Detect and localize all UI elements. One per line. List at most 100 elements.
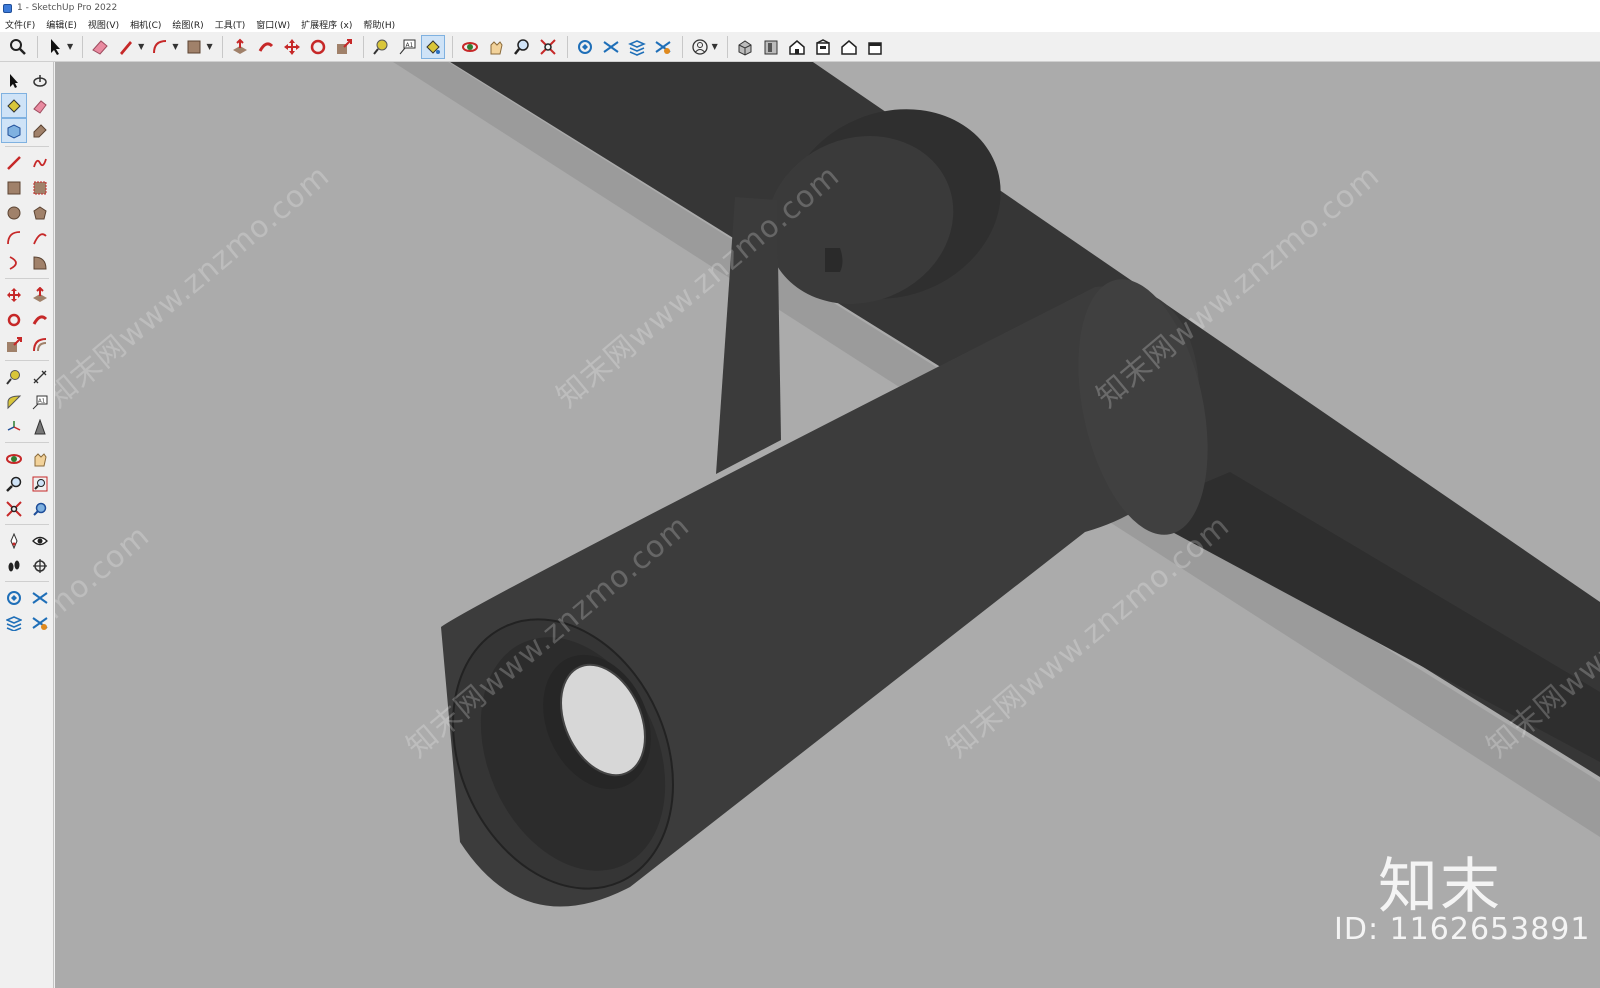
component-icon[interactable]	[1, 118, 27, 143]
toolbar-separator	[221, 35, 223, 58]
chevron-down-icon[interactable]: ▼	[206, 42, 212, 51]
eraser-icon[interactable]	[27, 93, 53, 118]
polygon-icon[interactable]	[27, 200, 53, 225]
warehouse-icon[interactable]	[1, 585, 27, 610]
move-icon[interactable]	[1, 282, 27, 307]
text-icon[interactable]: A1	[395, 35, 419, 59]
orbit-icon[interactable]	[458, 35, 482, 59]
zoom-window-icon[interactable]	[27, 471, 53, 496]
freehand-icon[interactable]	[27, 150, 53, 175]
zoom-window-icon[interactable]	[510, 35, 534, 59]
select-icon[interactable]	[43, 35, 67, 59]
menu-draw[interactable]: 绘图(R)	[172, 18, 203, 31]
rectangle-icon[interactable]	[182, 35, 206, 59]
layout-icon[interactable]	[625, 35, 649, 59]
extension-manager-icon[interactable]	[651, 35, 675, 59]
move-icon[interactable]	[280, 35, 304, 59]
circle-icon[interactable]	[1, 200, 27, 225]
look-around-icon[interactable]	[27, 528, 53, 553]
paint-bucket-icon[interactable]	[1, 93, 27, 118]
model-viewport[interactable]: 知末网www.znzmo.com 知末网www.znzmo.com 知末网www…	[55, 62, 1600, 988]
chevron-down-icon[interactable]: ▼	[67, 42, 73, 51]
two-point-arc-icon[interactable]	[27, 225, 53, 250]
follow-me-icon[interactable]	[254, 35, 278, 59]
eraser-icon[interactable]	[88, 35, 112, 59]
brand-id: ID: 1162653891	[1334, 912, 1591, 947]
warehouse-icon[interactable]	[573, 35, 597, 59]
right-view-icon[interactable]	[811, 35, 835, 59]
mount-clip	[825, 248, 843, 272]
pie-icon[interactable]	[27, 250, 53, 275]
make-component-icon[interactable]	[27, 68, 53, 93]
rotate-icon[interactable]	[306, 35, 330, 59]
top-view-icon[interactable]	[759, 35, 783, 59]
svg-text:A1: A1	[405, 42, 413, 49]
toolbar-separator	[5, 360, 49, 361]
scale-icon[interactable]	[1, 332, 27, 357]
previous-view-icon[interactable]	[27, 496, 53, 521]
tag-icon[interactable]	[27, 118, 53, 143]
iso-view-icon[interactable]	[733, 35, 757, 59]
menu-view[interactable]: 视图(V)	[88, 18, 119, 31]
zoom-extents-icon[interactable]	[1, 496, 27, 521]
text-icon[interactable]: A1	[27, 389, 53, 414]
tape-measure-icon[interactable]	[1, 364, 27, 389]
zoom-icon[interactable]	[6, 35, 30, 59]
select-icon[interactable]	[1, 68, 27, 93]
protractor-icon[interactable]	[1, 389, 27, 414]
arc-icon[interactable]	[148, 35, 172, 59]
3d-text-icon[interactable]	[27, 414, 53, 439]
pan-icon[interactable]	[27, 446, 53, 471]
left-view-icon[interactable]	[863, 35, 887, 59]
zoom-icon[interactable]	[1, 471, 27, 496]
pan-icon[interactable]	[484, 35, 508, 59]
front-view-icon[interactable]	[785, 35, 809, 59]
offset-icon[interactable]	[27, 332, 53, 357]
three-point-arc-icon[interactable]	[1, 250, 27, 275]
orbit-icon[interactable]	[1, 446, 27, 471]
toolbar-separator	[5, 524, 49, 525]
scale-icon[interactable]	[332, 35, 356, 59]
menu-tools[interactable]: 工具(T)	[215, 18, 246, 31]
arc-icon[interactable]	[1, 225, 27, 250]
extension-manager-icon[interactable]	[27, 610, 53, 635]
toolbar-separator	[726, 35, 728, 58]
toolbar-separator	[5, 581, 49, 582]
layout-icon[interactable]	[1, 610, 27, 635]
rotate-icon[interactable]	[1, 307, 27, 332]
dimension-icon[interactable]	[27, 364, 53, 389]
zoom-extents-icon[interactable]	[536, 35, 560, 59]
extension-warehouse-icon[interactable]	[599, 35, 623, 59]
menu-extensions[interactable]: 扩展程序 (x)	[301, 18, 352, 31]
account-icon[interactable]	[688, 35, 712, 59]
toolbar-separator	[451, 35, 453, 58]
walk-icon[interactable]	[1, 553, 27, 578]
extension-warehouse-icon[interactable]	[27, 585, 53, 610]
paint-bucket-icon[interactable]	[420, 34, 445, 59]
menu-file[interactable]: 文件(F)	[5, 18, 35, 31]
tape-measure-icon[interactable]	[369, 35, 393, 59]
chevron-down-icon[interactable]: ▼	[138, 42, 144, 51]
menu-edit[interactable]: 编辑(E)	[46, 18, 77, 31]
menu-camera[interactable]: 相机(C)	[130, 18, 161, 31]
menu-window[interactable]: 窗口(W)	[256, 18, 290, 31]
position-camera-icon[interactable]	[1, 528, 27, 553]
follow-me-icon[interactable]	[27, 307, 53, 332]
toolbar-separator	[82, 35, 84, 58]
push-pull-icon[interactable]	[27, 282, 53, 307]
toolbar-separator	[37, 35, 38, 58]
chevron-down-icon[interactable]: ▼	[172, 42, 178, 51]
rectangle-icon[interactable]	[1, 175, 27, 200]
menu-help[interactable]: 帮助(H)	[363, 18, 395, 31]
menu-bar: 文件(F) 编辑(E) 视图(V) 相机(C) 绘图(R) 工具(T) 窗口(W…	[0, 16, 1600, 32]
toolbar-separator	[681, 35, 683, 58]
back-view-icon[interactable]	[837, 35, 861, 59]
axes-icon[interactable]	[1, 414, 27, 439]
chevron-down-icon[interactable]: ▼	[712, 42, 718, 51]
push-pull-icon[interactable]	[228, 35, 252, 59]
rotated-rectangle-icon[interactable]	[27, 175, 53, 200]
section-plane-icon[interactable]	[27, 553, 53, 578]
window-title: 1 - SketchUp Pro 2022	[17, 3, 118, 13]
line-icon[interactable]	[1, 150, 27, 175]
pencil-icon[interactable]	[114, 35, 138, 59]
